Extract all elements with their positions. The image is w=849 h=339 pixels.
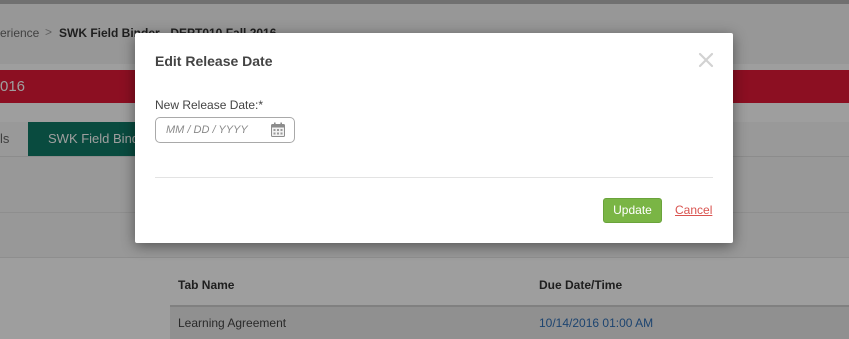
update-button[interactable]: Update [603, 198, 662, 223]
dialog-title: Edit Release Date [155, 53, 273, 69]
edit-release-date-dialog: Edit Release Date New Release Date:* Upd… [135, 33, 733, 243]
release-date-label: New Release Date:* [155, 98, 264, 112]
cancel-link[interactable]: Cancel [675, 203, 712, 217]
calendar-icon[interactable] [271, 122, 285, 137]
dialog-divider [155, 177, 713, 178]
close-icon[interactable] [695, 49, 717, 71]
